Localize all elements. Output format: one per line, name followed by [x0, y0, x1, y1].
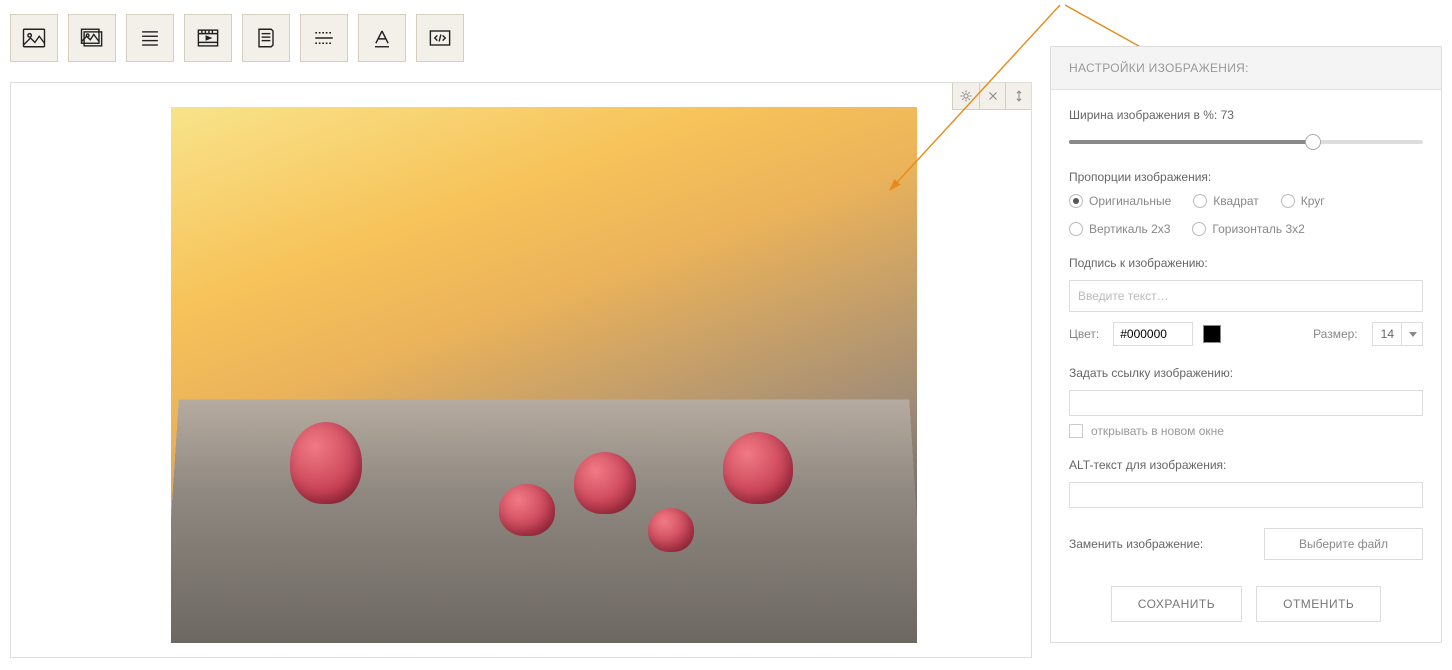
- width-label: Ширина изображения в %:: [1069, 108, 1217, 122]
- proportions-label: Пропорции изображения:: [1069, 170, 1423, 184]
- link-input[interactable]: [1069, 390, 1423, 416]
- proportion-h3x2[interactable]: Горизонталь 3x2: [1192, 222, 1304, 236]
- width-value: 73: [1221, 108, 1234, 122]
- tool-image[interactable]: [10, 14, 58, 62]
- radio-icon: [1281, 194, 1295, 208]
- canvas-item-controls: [952, 83, 1031, 110]
- tool-heading[interactable]: [358, 14, 406, 62]
- cancel-button[interactable]: ОТМЕНИТЬ: [1256, 586, 1381, 622]
- image-preview[interactable]: [171, 107, 917, 643]
- size-label: Размер:: [1313, 327, 1358, 341]
- replace-section: Заменить изображение: Выберите файл: [1069, 528, 1423, 560]
- new-window-checkbox[interactable]: [1069, 424, 1083, 438]
- radio-icon: [1193, 194, 1207, 208]
- size-select[interactable]: 14: [1372, 322, 1423, 346]
- panel-actions: СОХРАНИТЬ ОТМЕНИТЬ: [1069, 586, 1423, 622]
- proportion-circle[interactable]: Круг: [1281, 194, 1325, 208]
- caption-section: Подпись к изображению: Цвет: Размер: 14: [1069, 256, 1423, 346]
- radio-label: Оригинальные: [1089, 194, 1171, 208]
- caption-label: Подпись к изображению:: [1069, 256, 1423, 270]
- radio-label: Квадрат: [1213, 194, 1259, 208]
- panel-title: НАСТРОЙКИ ИЗОБРАЖЕНИЯ:: [1051, 47, 1441, 90]
- radio-icon: [1192, 222, 1206, 236]
- link-section: Задать ссылку изображению: открывать в н…: [1069, 366, 1423, 438]
- editor-canvas: [10, 82, 1032, 658]
- caption-input[interactable]: [1069, 280, 1423, 312]
- radio-label: Круг: [1301, 194, 1325, 208]
- alt-input[interactable]: [1069, 482, 1423, 508]
- color-label: Цвет:: [1069, 327, 1099, 341]
- link-label: Задать ссылку изображению:: [1069, 366, 1423, 380]
- close-icon[interactable]: [979, 83, 1005, 109]
- new-window-label: открывать в новом окне: [1091, 424, 1224, 438]
- tool-divider[interactable]: [300, 14, 348, 62]
- alt-label: ALT-текст для изображения:: [1069, 458, 1423, 472]
- tool-code[interactable]: [416, 14, 464, 62]
- radio-icon: [1069, 222, 1083, 236]
- radio-label: Горизонталь 3x2: [1212, 222, 1304, 236]
- color-input[interactable]: [1113, 322, 1193, 346]
- replace-label: Заменить изображение:: [1069, 537, 1203, 551]
- width-section: Ширина изображения в %: 73: [1069, 108, 1423, 150]
- alt-section: ALT-текст для изображения:: [1069, 458, 1423, 508]
- settings-icon[interactable]: [953, 83, 979, 109]
- choose-file-button[interactable]: Выберите файл: [1264, 528, 1423, 560]
- proportion-v2x3[interactable]: Вертикаль 2x3: [1069, 222, 1170, 236]
- proportions-section: Пропорции изображения: Оригинальные Квадр…: [1069, 170, 1423, 236]
- tool-gallery[interactable]: [68, 14, 116, 62]
- radio-icon: [1069, 194, 1083, 208]
- save-button[interactable]: СОХРАНИТЬ: [1111, 586, 1242, 622]
- color-swatch[interactable]: [1203, 325, 1221, 343]
- proportion-square[interactable]: Квадрат: [1193, 194, 1259, 208]
- tool-document[interactable]: [242, 14, 290, 62]
- radio-label: Вертикаль 2x3: [1089, 222, 1170, 236]
- image-settings-panel: НАСТРОЙКИ ИЗОБРАЖЕНИЯ: Ширина изображени…: [1050, 46, 1442, 643]
- tool-text[interactable]: [126, 14, 174, 62]
- proportion-original[interactable]: Оригинальные: [1069, 194, 1171, 208]
- slider-thumb[interactable]: [1305, 134, 1321, 150]
- move-vertical-icon[interactable]: [1005, 83, 1031, 109]
- tool-video[interactable]: [184, 14, 232, 62]
- width-slider[interactable]: [1069, 134, 1423, 150]
